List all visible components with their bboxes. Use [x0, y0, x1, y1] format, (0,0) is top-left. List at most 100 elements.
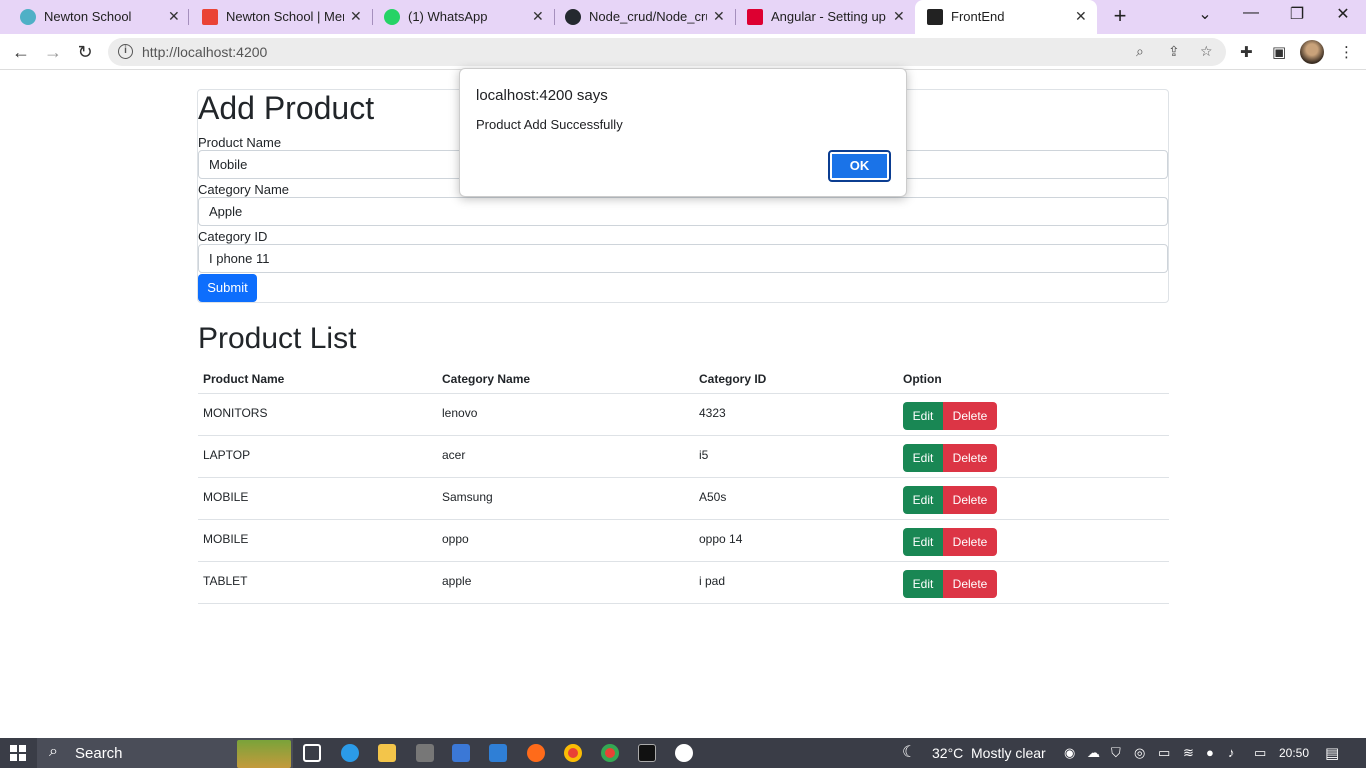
extensions-icon[interactable]: ✚ [1240, 43, 1253, 61]
tab-angular-docs[interactable]: Angular - Setting up t ✕ [727, 0, 915, 34]
delete-button[interactable]: Delete [943, 528, 997, 556]
taskbar-search[interactable]: ⌕ Search [37, 738, 293, 768]
site-info-icon[interactable]: i [118, 44, 133, 59]
opera-icon[interactable]: ◉ [1064, 745, 1075, 761]
github-icon [565, 9, 581, 25]
dialog-message: Product Add Successfully [476, 117, 623, 132]
address-bar[interactable]: i http://localhost:4200 ⌕ ⇪ ☆ [108, 38, 1226, 66]
category-id-cell: i pad [699, 574, 726, 588]
record-icon[interactable]: ◎ [1134, 745, 1145, 761]
chrome-active-icon[interactable] [601, 744, 619, 762]
volume-icon[interactable]: ♪ [1228, 745, 1235, 760]
store-icon[interactable] [452, 744, 470, 762]
file-explorer-icon[interactable] [378, 744, 396, 762]
close-icon[interactable]: ✕ [168, 8, 180, 25]
tab-title: Newton School | Ment [226, 9, 344, 24]
category-name-cell: Samsung [442, 490, 493, 504]
product-name-cell: MOBILE [203, 490, 249, 504]
header-product-name: Product Name [203, 372, 285, 386]
angular-icon [927, 9, 943, 25]
tab-frontend[interactable]: FrontEnd ✕ [915, 0, 1097, 34]
category-id-cell: 4323 [699, 406, 726, 420]
wifi-icon[interactable]: ≋ [1183, 745, 1194, 761]
product-name-label: Product Name [198, 135, 282, 150]
browser-menu-icon[interactable]: ⋮ [1339, 43, 1354, 61]
weather-text[interactable]: Mostly clear [971, 745, 1046, 761]
zoom-icon[interactable]: ⌕ [1136, 43, 1144, 60]
category-name-input[interactable]: Apple [198, 197, 1168, 226]
window-close-icon[interactable]: ✕ [1331, 4, 1355, 24]
delete-button[interactable]: Delete [943, 570, 997, 598]
edit-button[interactable]: Edit [903, 570, 943, 598]
category-name-cell: lenovo [442, 406, 478, 420]
submit-button[interactable]: Submit [198, 274, 257, 302]
mail-icon[interactable] [489, 744, 507, 762]
new-tab-button[interactable]: + [1108, 4, 1132, 28]
clock[interactable]: 20:50 [1279, 746, 1309, 760]
category-name-cell: apple [442, 574, 472, 588]
edge-icon[interactable] [341, 744, 359, 762]
browser-toolbar: ← → ↻ i http://localhost:4200 ⌕ ⇪ ☆ [0, 34, 1366, 70]
forward-icon[interactable]: → [40, 39, 66, 65]
tab-whatsapp[interactable]: (1) WhatsApp ✕ [364, 0, 554, 34]
notifications-icon[interactable]: ▤ [1325, 744, 1339, 762]
minimize-icon[interactable]: — [1239, 4, 1263, 22]
reload-icon[interactable]: ↻ [72, 39, 98, 65]
tab-title: Node_crud/Node_cruc [589, 9, 707, 24]
side-panel-icon[interactable]: ▣ [1272, 43, 1286, 61]
clipchamp-icon[interactable] [416, 744, 434, 762]
camera-icon[interactable]: ▭ [1158, 745, 1170, 761]
close-icon[interactable]: ✕ [893, 8, 905, 25]
search-highlight-image [237, 740, 291, 768]
delete-button[interactable]: Delete [943, 444, 997, 472]
browser-tab-strip: Newton School ✕ Newton School | Ment ✕ (… [0, 0, 1366, 34]
delete-button[interactable]: Delete [943, 486, 997, 514]
table-row: LAPTOP acer i5 Edit Delete [198, 436, 1169, 478]
delete-button[interactable]: Delete [943, 402, 997, 430]
edit-button[interactable]: Edit [903, 486, 943, 514]
windows-start-icon[interactable] [10, 745, 26, 761]
task-view-icon[interactable] [303, 744, 321, 762]
edit-button[interactable]: Edit [903, 528, 943, 556]
edit-button[interactable]: Edit [903, 444, 943, 472]
firefox-icon[interactable] [527, 744, 545, 762]
product-name-cell: MOBILE [203, 532, 249, 546]
temperature[interactable]: 32°C [932, 745, 963, 761]
onedrive-icon[interactable]: ☁ [1087, 745, 1100, 761]
search-placeholder: Search [75, 745, 123, 762]
whatsapp-icon [384, 9, 400, 25]
close-icon[interactable]: ✕ [350, 8, 362, 25]
bookmark-star-icon[interactable]: ☆ [1200, 43, 1213, 60]
close-icon[interactable]: ✕ [1075, 8, 1087, 25]
terminal-icon[interactable] [638, 744, 656, 762]
edit-button[interactable]: Edit [903, 402, 943, 430]
table-row: MONITORS lenovo 4323 Edit Delete [198, 394, 1169, 436]
share-icon[interactable]: ⇪ [1168, 43, 1180, 60]
tab-search-icon[interactable]: ⌄ [1193, 4, 1217, 24]
security-icon[interactable]: ⛉ [1111, 745, 1121, 761]
tab-github[interactable]: Node_crud/Node_cruc ✕ [545, 0, 735, 34]
speaker-app-icon[interactable]: ● [1206, 745, 1214, 760]
chrome-icon[interactable] [564, 744, 582, 762]
table-row: MOBILE Samsung A50s Edit Delete [198, 478, 1169, 520]
category-id-input[interactable]: I phone 11 [198, 244, 1168, 273]
header-category-id: Category ID [699, 372, 767, 386]
category-id-label: Category ID [198, 229, 268, 244]
restore-icon[interactable]: ❐ [1285, 4, 1309, 24]
angular-icon [747, 9, 763, 25]
avatar[interactable] [1300, 40, 1324, 64]
product-list-title: Product List [198, 322, 357, 355]
battery-icon[interactable]: ▭ [1254, 745, 1266, 761]
page-title: Add Product [198, 90, 375, 126]
ok-button[interactable]: OK [828, 150, 891, 182]
mongodb-compass-icon[interactable] [675, 744, 693, 762]
close-icon[interactable]: ✕ [532, 8, 544, 25]
back-icon[interactable]: ← [8, 39, 34, 65]
close-icon[interactable]: ✕ [713, 8, 725, 25]
tab-newton-mentor[interactable]: Newton School | Ment ✕ [182, 0, 372, 34]
tab-newton-school[interactable]: Newton School ✕ [0, 0, 188, 34]
header-category-name: Category Name [442, 372, 531, 386]
category-id-cell: i5 [699, 448, 709, 462]
tab-title: Angular - Setting up t [771, 9, 887, 24]
url-text[interactable]: http://localhost:4200 [142, 44, 267, 60]
